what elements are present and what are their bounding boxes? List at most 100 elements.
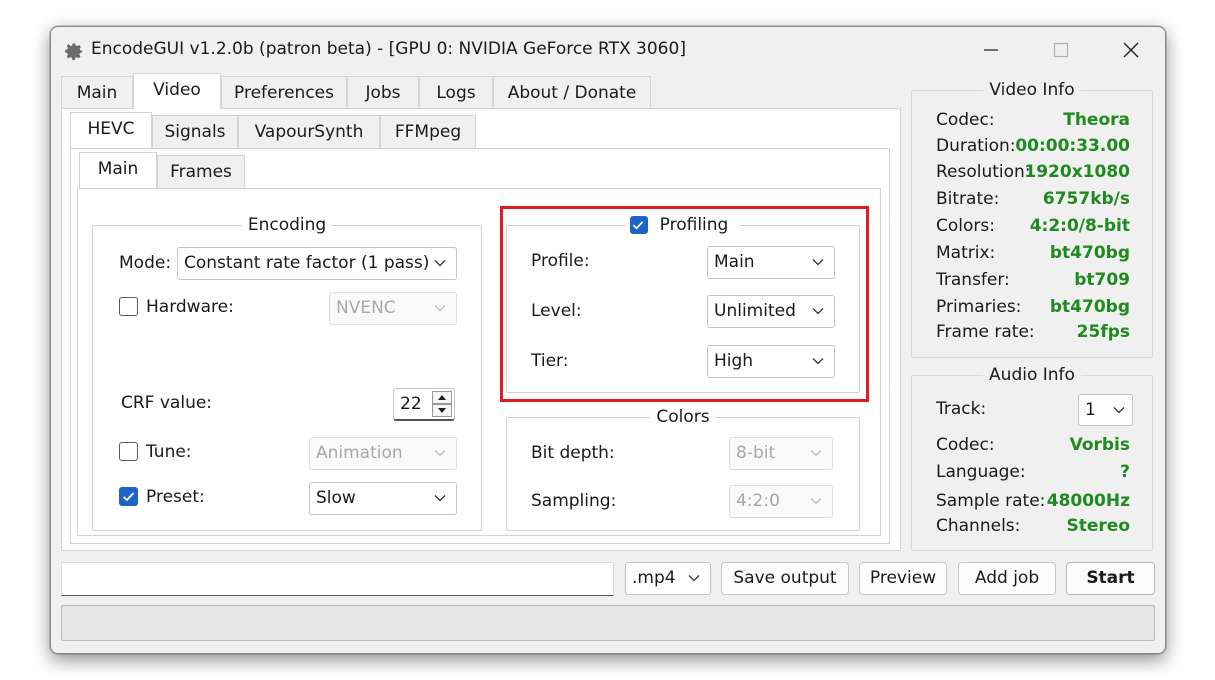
chevron-down-icon	[810, 450, 822, 457]
transfer-label: Transfer:	[936, 270, 1010, 290]
chevron-down-icon	[434, 305, 446, 312]
video-codec-value: Theora	[1063, 110, 1130, 130]
preset-value: Slow	[316, 488, 356, 508]
sampling-value: 4:2:0	[736, 491, 780, 511]
close-icon	[1123, 42, 1139, 58]
tab-hevc[interactable]: HEVC	[70, 112, 152, 148]
tab-preferences[interactable]: Preferences	[221, 76, 347, 109]
sub-tab-strip: Main Frames	[79, 152, 279, 188]
channels-label: Channels:	[936, 516, 1021, 536]
crf-value: 22	[400, 394, 422, 414]
audio-info-title: Audio Info	[983, 365, 1081, 385]
maximize-icon	[1053, 42, 1069, 58]
sample-rate-value: 48000Hz	[1046, 491, 1130, 511]
colors-title: Colors	[650, 407, 716, 427]
duration-label: Duration:	[936, 136, 1016, 156]
video-info-title: Video Info	[983, 80, 1081, 100]
chevron-down-icon	[434, 495, 446, 502]
hevc-panel: Main Frames Encoding Mode: Constant rate…	[70, 148, 890, 544]
duration-value: 00:00:33.00	[1015, 136, 1130, 156]
track-value: 1	[1085, 400, 1096, 420]
minimize-button[interactable]	[971, 35, 1011, 65]
bit-depth-label: Bit depth:	[531, 443, 615, 463]
sampling-select[interactable]: 4:2:0	[729, 485, 833, 518]
track-label: Track:	[936, 399, 987, 419]
tab-sub-main[interactable]: Main	[79, 152, 157, 188]
hardware-value: NVENC	[336, 298, 396, 318]
hevc-main-panel: Encoding Mode: Constant rate factor (1 p…	[77, 188, 881, 536]
channels-value: Stereo	[1066, 516, 1131, 536]
arrow-down-icon	[438, 408, 446, 413]
matrix-label: Matrix:	[936, 243, 996, 263]
language-label: Language:	[936, 462, 1026, 482]
maximize-button[interactable]	[1041, 35, 1081, 65]
tab-ffmpeg[interactable]: FFMpeg	[380, 115, 476, 148]
codec-tab-strip: HEVC Signals VapourSynth FFMpeg	[70, 112, 490, 148]
language-value: ?	[1120, 462, 1130, 482]
tune-value: Animation	[316, 443, 403, 463]
container-select[interactable]: .mp4	[625, 562, 711, 595]
colors-group: Colors Bit depth: 8-bit Sampling: 4:2:0	[506, 407, 860, 531]
start-button[interactable]: Start	[1066, 562, 1155, 595]
preview-button[interactable]: Preview	[859, 562, 947, 595]
preset-checkbox[interactable]	[119, 487, 138, 506]
mode-value: Constant rate factor (1 pass)	[184, 253, 430, 273]
chevron-down-icon	[810, 498, 822, 505]
progress-bar	[61, 605, 1155, 641]
frame-rate-value: 25fps	[1076, 322, 1130, 342]
crf-spinbox[interactable]: 22	[393, 388, 455, 421]
crf-label: CRF value:	[121, 393, 213, 413]
tab-frames[interactable]: Frames	[157, 155, 245, 188]
tab-video[interactable]: Video	[133, 73, 221, 109]
video-tab-panel: HEVC Signals VapourSynth FFMpeg Main Fra…	[61, 108, 901, 551]
close-button[interactable]	[1111, 35, 1151, 65]
bitrate-label: Bitrate:	[936, 189, 1000, 209]
tab-about-donate[interactable]: About / Donate	[493, 76, 651, 109]
output-path-input[interactable]	[61, 562, 614, 596]
video-info-group: Video Info Codec: Theora Duration: 00:00…	[911, 80, 1153, 358]
main-tab-strip: Main Video Preferences Jobs Logs About /…	[61, 73, 901, 109]
sample-rate-label: Sample rate:	[936, 491, 1046, 511]
hardware-checkbox[interactable]	[119, 297, 138, 316]
transfer-value: bt709	[1074, 270, 1130, 290]
preset-label: Preset:	[146, 487, 205, 507]
app-window: EncodeGUI v1.2.0b (patron beta) - [GPU 0…	[50, 26, 1166, 654]
sampling-label: Sampling:	[531, 491, 617, 511]
container-value: .mp4	[632, 568, 676, 588]
tab-main[interactable]: Main	[61, 76, 133, 109]
encoding-title: Encoding	[241, 215, 333, 235]
tune-select[interactable]: Animation	[309, 437, 457, 470]
save-output-button[interactable]: Save output	[721, 562, 849, 595]
profiling-highlight	[500, 206, 869, 402]
preset-select[interactable]: Slow	[309, 482, 457, 515]
resolution-value: 1920x1080	[1024, 162, 1130, 182]
colors-info-label: Colors:	[936, 216, 995, 236]
track-select[interactable]: 1	[1078, 394, 1133, 426]
gear-icon	[65, 43, 83, 61]
crf-increment-button[interactable]	[432, 391, 452, 404]
chevron-down-icon	[1113, 407, 1125, 414]
colors-info-value: 4:2:0/8-bit	[1029, 216, 1130, 236]
tab-jobs[interactable]: Jobs	[347, 76, 419, 109]
tab-vapoursynth[interactable]: VapourSynth	[238, 115, 380, 148]
minimize-icon	[984, 49, 998, 51]
bit-depth-value: 8-bit	[736, 443, 776, 463]
chevron-down-icon	[434, 450, 446, 457]
mode-select[interactable]: Constant rate factor (1 pass)	[177, 247, 457, 280]
audio-codec-label: Codec:	[936, 435, 995, 455]
tab-signals[interactable]: Signals	[152, 115, 238, 148]
chevron-down-icon	[434, 260, 446, 267]
crf-decrement-button[interactable]	[432, 404, 452, 417]
tab-logs[interactable]: Logs	[419, 76, 493, 109]
hardware-select[interactable]: NVENC	[329, 292, 457, 325]
checkmark-icon	[122, 492, 135, 502]
audio-codec-value: Vorbis	[1069, 435, 1130, 455]
add-job-button[interactable]: Add job	[958, 562, 1056, 595]
bitrate-value: 6757kb/s	[1042, 189, 1130, 209]
frame-rate-label: Frame rate:	[936, 322, 1035, 342]
title-bar[interactable]: EncodeGUI v1.2.0b (patron beta) - [GPU 0…	[51, 27, 1165, 73]
tune-checkbox[interactable]	[119, 442, 138, 461]
bit-depth-select[interactable]: 8-bit	[729, 437, 833, 470]
mode-label: Mode:	[119, 253, 172, 273]
hardware-label: Hardware:	[146, 297, 234, 317]
